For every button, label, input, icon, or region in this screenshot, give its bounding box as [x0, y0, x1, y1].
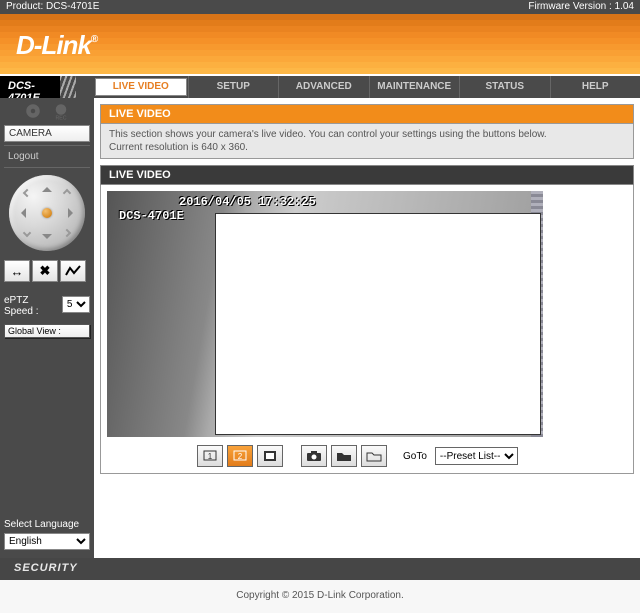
tab-maintenance[interactable]: MAINTENANCE [369, 76, 460, 98]
global-view-button[interactable]: Global View : [4, 324, 90, 338]
preset-select[interactable]: --Preset List-- [435, 447, 518, 465]
dpad-down-right[interactable] [63, 229, 71, 237]
logo-band: D-Link® [0, 14, 640, 76]
svg-text:REC: REC [55, 115, 66, 120]
firmware-label: Firmware Version : 1.04 [528, 1, 634, 13]
panel-title: LIVE VIDEO [100, 104, 634, 124]
footer-category: SECURITY [0, 558, 640, 580]
ptz-dpad [9, 175, 85, 251]
tab-status[interactable]: STATUS [459, 76, 550, 98]
sidebar: REC CAMERA Logout ↔ ✖ ePTZ Sp [0, 98, 94, 558]
main-nav: DCS-4701E LIVE VIDEO SETUP ADVANCED MAIN… [0, 76, 640, 98]
tab-setup[interactable]: SETUP [188, 76, 279, 98]
goto-label: GoTo [403, 451, 427, 462]
fullscreen-button[interactable] [257, 445, 283, 467]
svg-text:2: 2 [238, 452, 243, 461]
snapshot-button[interactable] [301, 445, 327, 467]
record-folder-button[interactable] [331, 445, 357, 467]
sidebar-icons: REC [4, 102, 90, 120]
stream1-button[interactable]: 1 [197, 445, 223, 467]
dpad-up-right[interactable] [63, 189, 71, 197]
set-folder-button[interactable] [361, 445, 387, 467]
live-video-frame[interactable]: 2016/04/05 17:32:25 DCS-4701E [107, 191, 543, 437]
dpad-down-left[interactable] [23, 229, 31, 237]
video-timestamp: 2016/04/05 17:32:25 [179, 195, 316, 209]
nav-divider [60, 76, 76, 98]
panel-description: This section shows your camera's live vi… [100, 124, 634, 159]
copyright: Copyright © 2015 D-Link Corporation. [0, 580, 640, 613]
language-label: Select Language [4, 519, 90, 530]
video-overlay-region [215, 213, 541, 435]
tab-live-video[interactable]: LIVE VIDEO [95, 78, 187, 96]
brand-logo: D-Link® [16, 30, 97, 61]
pan-horizontal-button[interactable]: ↔ [4, 260, 30, 282]
sidebar-item-camera[interactable]: CAMERA [4, 125, 90, 142]
product-label: Product: DCS-4701E [6, 1, 99, 13]
dpad-up[interactable] [42, 182, 52, 192]
dpad-down[interactable] [42, 234, 52, 244]
ptz-icon [21, 102, 45, 120]
main-content: LIVE VIDEO This section shows your camer… [94, 98, 640, 558]
tab-advanced[interactable]: ADVANCED [278, 76, 369, 98]
eptz-speed-select[interactable]: 5 [62, 296, 90, 313]
section-title: LIVE VIDEO [100, 165, 634, 185]
video-controls: 1 2 GoTo --Preset List-- [107, 445, 627, 467]
auto-pan-button[interactable] [60, 260, 86, 282]
rec-icon: REC [49, 102, 73, 120]
stop-button[interactable]: ✖ [32, 260, 58, 282]
dpad-home[interactable] [42, 208, 52, 218]
stream2-button[interactable]: 2 [227, 445, 253, 467]
video-container: 2016/04/05 17:32:25 DCS-4701E 1 2 GoTo -… [100, 185, 634, 474]
dpad-up-left[interactable] [23, 189, 31, 197]
dpad-right[interactable] [68, 208, 78, 218]
eptz-speed-label: ePTZ Speed : [4, 295, 58, 317]
language-select[interactable]: English [4, 533, 90, 550]
svg-text:1: 1 [208, 452, 213, 461]
top-bar: Product: DCS-4701E Firmware Version : 1.… [0, 0, 640, 14]
dpad-left[interactable] [16, 208, 26, 218]
model-label: DCS-4701E [0, 76, 60, 98]
tab-help[interactable]: HELP [550, 76, 640, 98]
sidebar-item-logout[interactable]: Logout [4, 149, 90, 164]
video-camera-name: DCS-4701E [119, 209, 184, 223]
